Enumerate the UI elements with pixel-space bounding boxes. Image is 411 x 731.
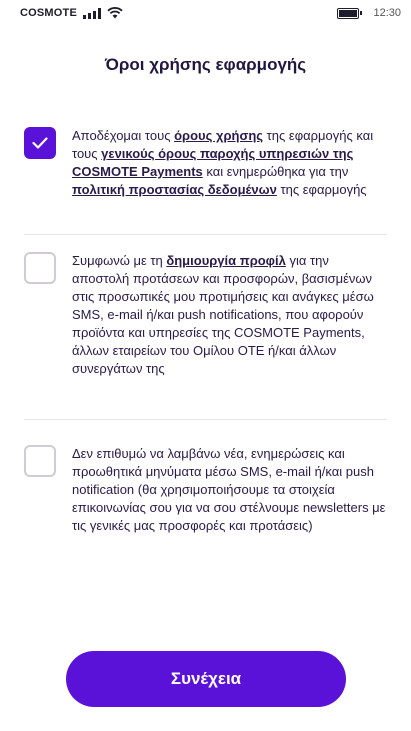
profile-creation-link[interactable]: δημιουργία προφίλ (166, 253, 285, 268)
checkbox-terms-of-use[interactable] (24, 127, 56, 159)
status-left: COSMOTE (20, 7, 123, 19)
terms-of-use-link[interactable]: όρους χρήσης (174, 128, 263, 143)
term-text-segment: και ενημερώθηκα για την (202, 164, 349, 179)
term-item-marketing-opt-out: Δεν επιθυμώ να λαμβάνω νέα, ενημερώσεις … (24, 420, 387, 580)
term-item-profile-creation: Συμφωνώ με τη δημιουργία προφίλ για την … (24, 235, 387, 420)
checkmark-icon (32, 137, 48, 149)
checkbox-profile-creation[interactable] (24, 252, 56, 284)
term-text-segment: της εφαρμογής (276, 182, 367, 197)
carrier-name: COSMOTE (20, 7, 78, 19)
battery-icon (337, 7, 363, 19)
continue-button[interactable]: Συνέχεια (66, 651, 346, 707)
terms-list: Αποδέχομαι τους όρους χρήσης της εφαρμογ… (24, 115, 387, 580)
term-item-terms-of-use: Αποδέχομαι τους όρους χρήσης της εφαρμογ… (24, 115, 387, 235)
checkbox-marketing-opt-out[interactable] (24, 445, 56, 477)
wifi-icon (107, 7, 123, 19)
status-bar: COSMOTE 12:30 (0, 0, 411, 26)
term-text-segment: Δεν επιθυμώ να λαμβάνω νέα, ενημερώσεις … (72, 446, 386, 533)
page-title: Όροι χρήσης εφαρμογής (104, 55, 307, 74)
term-text: Συμφωνώ με τη δημιουργία προφίλ για την … (72, 252, 387, 378)
term-text: Αποδέχομαι τους όρους χρήσης της εφαρμογ… (72, 127, 387, 199)
privacy-policy-link[interactable]: πολιτική προστασίας δεδομένων (72, 182, 277, 197)
signal-icon (83, 7, 102, 19)
term-text-segment: Αποδέχομαι τους (72, 128, 175, 143)
term-text: Δεν επιθυμώ να λαμβάνω νέα, ενημερώσεις … (72, 445, 387, 535)
term-text-segment: Συμφωνώ με τη (72, 253, 167, 268)
clock: 12:30 (373, 7, 401, 19)
term-text-segment: για την αποστολή προτάσεων και προσφορών… (72, 253, 374, 376)
status-right: 12:30 (337, 7, 401, 19)
